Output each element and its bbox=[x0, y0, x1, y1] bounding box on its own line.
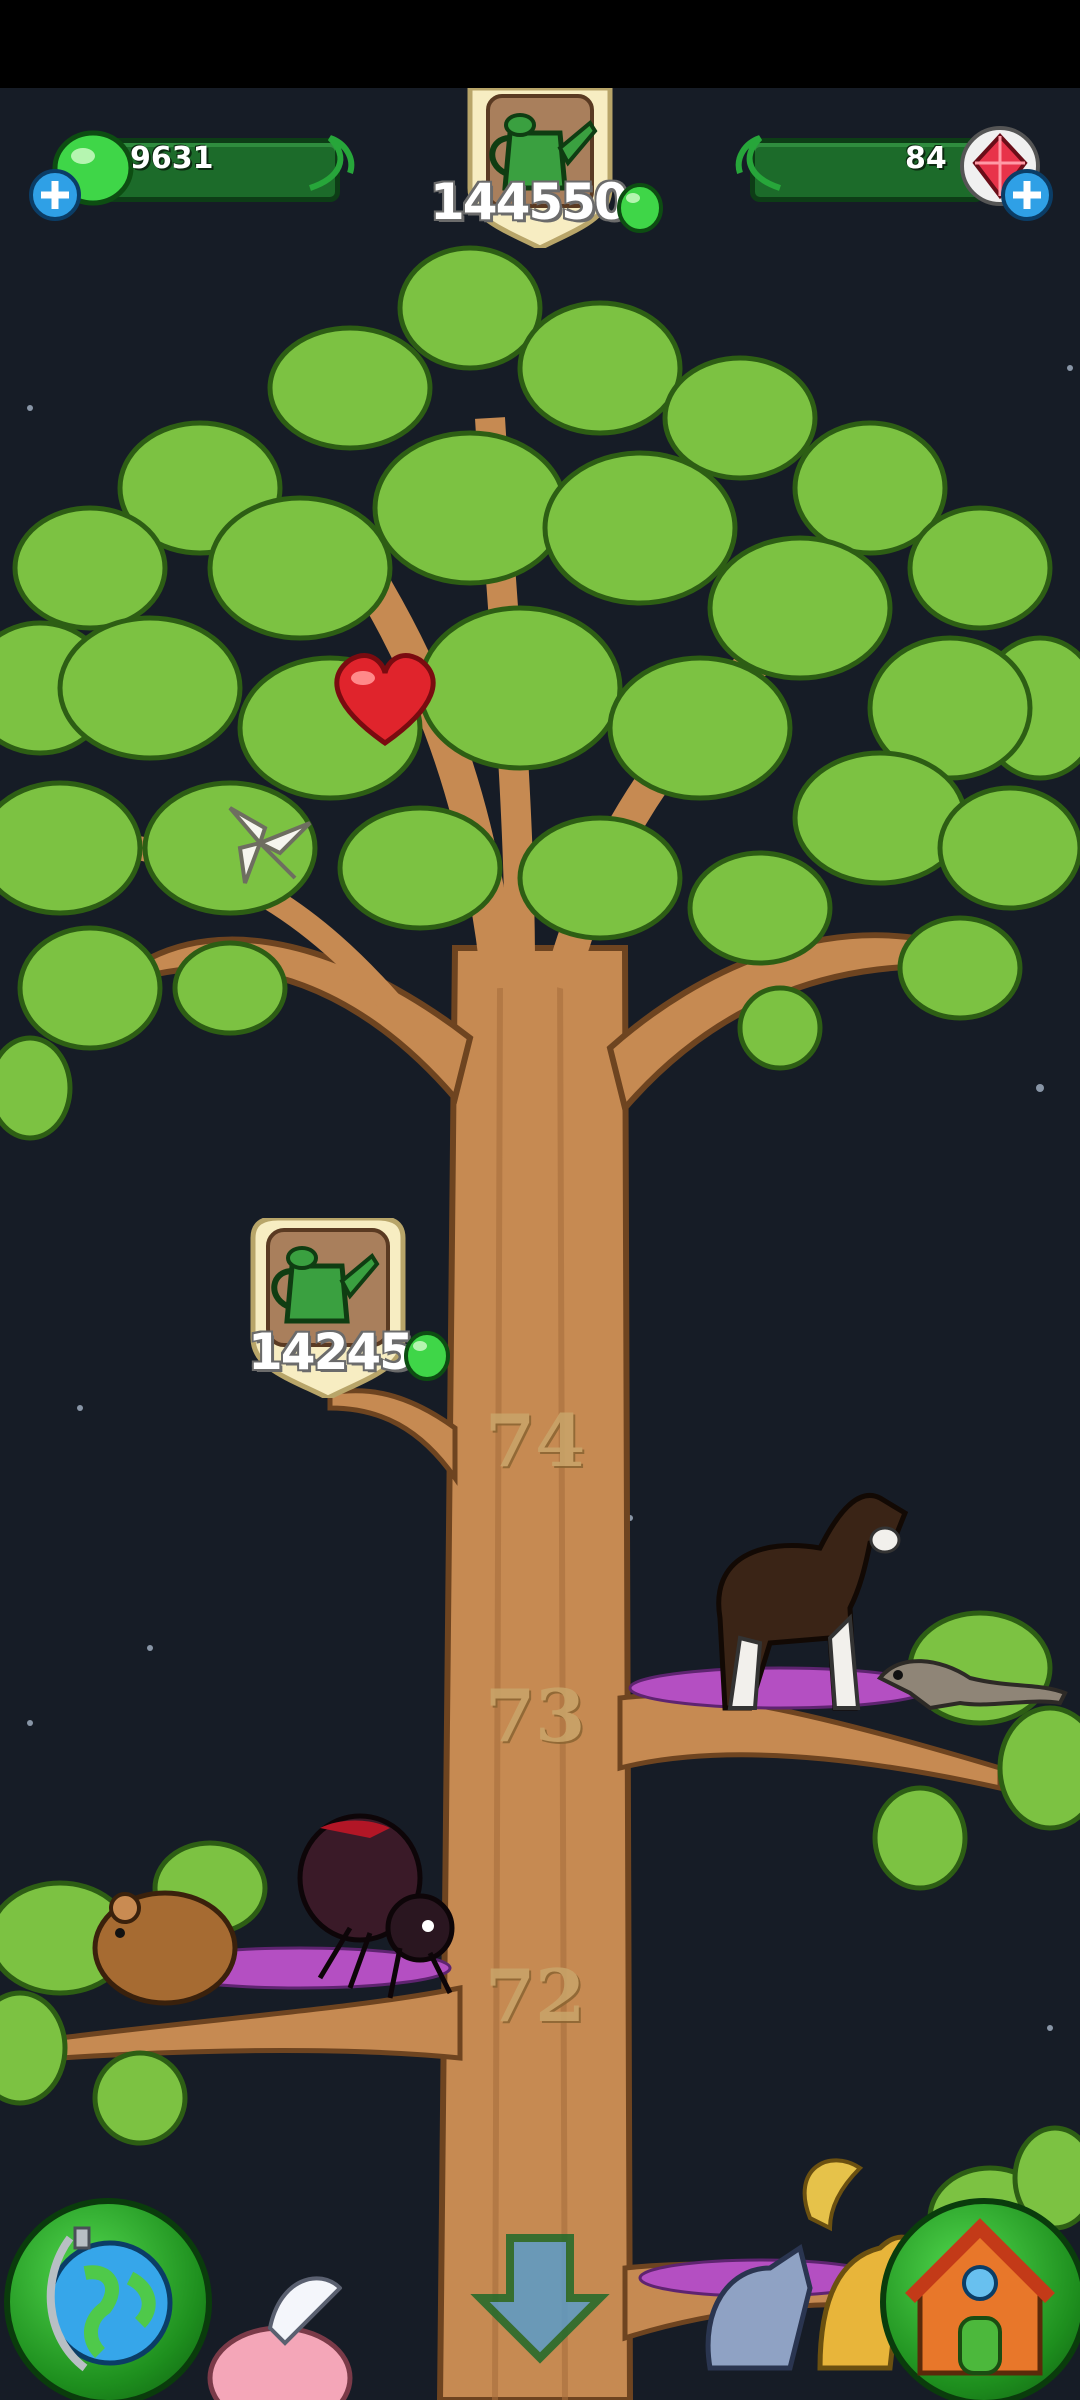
status-bar bbox=[0, 0, 1080, 88]
ferret-pet[interactable] bbox=[870, 1633, 1070, 1723]
branch-goal-gem-icon bbox=[404, 1331, 450, 1381]
add-premium-plus-icon[interactable] bbox=[1000, 168, 1054, 222]
hamster-pet[interactable] bbox=[80, 1868, 240, 2008]
level-72-label: 72 bbox=[485, 1953, 586, 2038]
branch-watering-can-icon bbox=[271, 1246, 380, 1324]
game-scene: 74 73 72 9631 84 144550 14245 bbox=[0, 88, 1080, 2400]
level-73-label: 73 bbox=[485, 1673, 586, 1758]
spider-pet[interactable] bbox=[280, 1808, 480, 2008]
vine-ornament-right bbox=[735, 135, 782, 191]
add-gems-plus-icon[interactable] bbox=[28, 168, 82, 222]
winged-pig-pet[interactable] bbox=[190, 2268, 360, 2400]
level-74-label: 74 bbox=[485, 1398, 586, 1483]
top-goal-gem-icon bbox=[617, 183, 663, 233]
down-arrow-icon[interactable] bbox=[470, 2228, 610, 2368]
premium-count: 84 bbox=[905, 141, 947, 176]
top-goal-value: 144550 bbox=[430, 173, 629, 231]
tree bbox=[0, 245, 1080, 2400]
house-icon bbox=[905, 2218, 1055, 2376]
globe-icon bbox=[46, 2226, 173, 2372]
gems-count: 9631 bbox=[130, 141, 214, 176]
lily-flower-icon[interactable] bbox=[210, 798, 320, 888]
branch-goal-value: 14245 bbox=[248, 1323, 414, 1381]
heart-icon[interactable] bbox=[325, 648, 445, 748]
vine-ornament-left bbox=[308, 135, 355, 191]
